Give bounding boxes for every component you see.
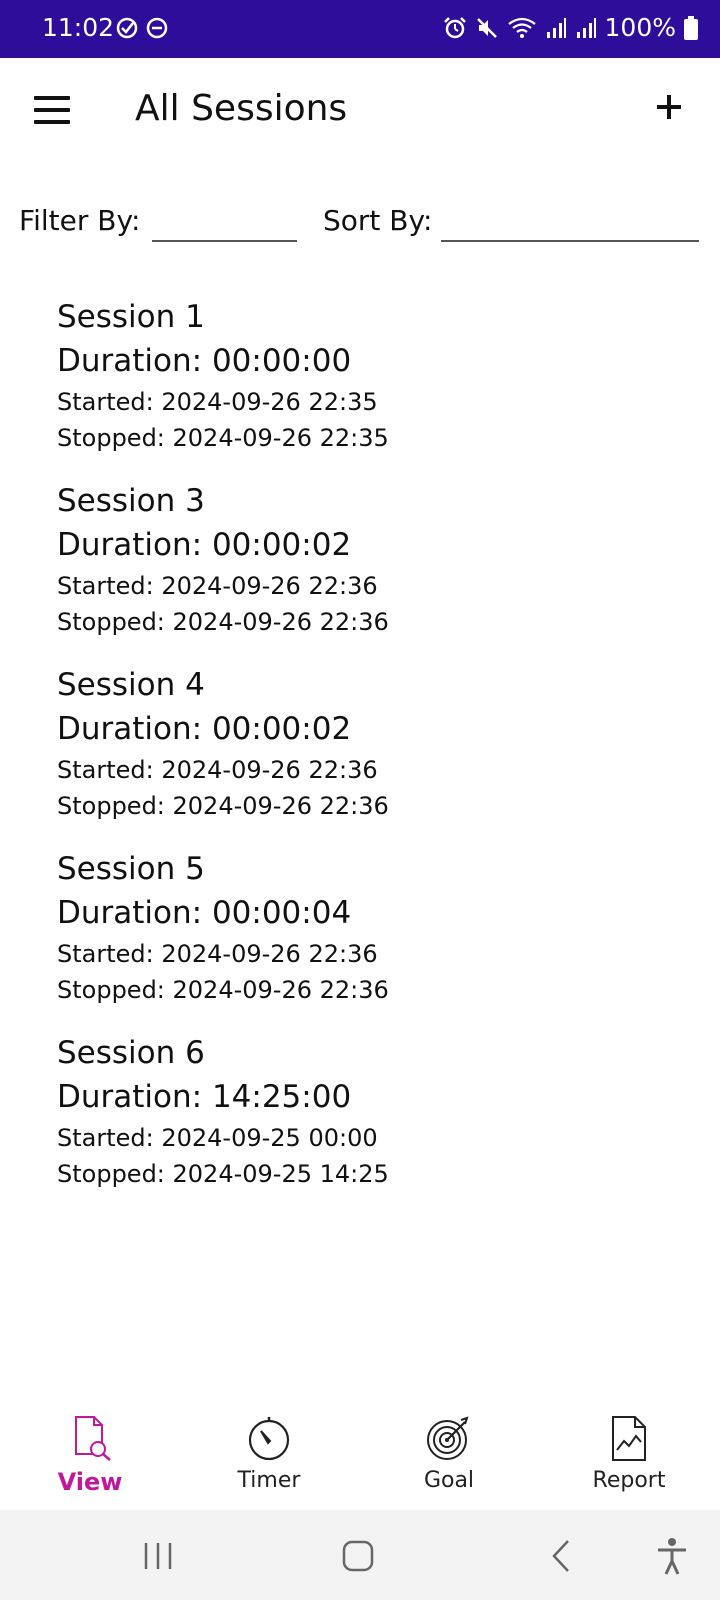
nav-item-goal[interactable]: Goal (389, 1414, 509, 1504)
list-item[interactable]: Session 4 Duration: 00:00:02 Started: 20… (57, 664, 677, 848)
nav-label: Timer (237, 1468, 301, 1493)
session-name: Session 3 (57, 483, 205, 519)
document-search-icon (75, 1416, 111, 1461)
page-title: All Sessions (135, 88, 348, 129)
accessibility-icon[interactable] (650, 1534, 694, 1578)
list-item[interactable]: Session 1 Duration: 00:00:00 Started: 20… (57, 296, 677, 480)
list-item[interactable]: Session 3 Duration: 00:00:02 Started: 20… (57, 480, 677, 664)
status-bar: 11:02 100% (0, 0, 720, 58)
filter-sort-bar: Filter By: Sort By: (0, 200, 720, 250)
session-started: Started: 2024-09-26 22:36 (57, 572, 378, 600)
report-chart-icon (612, 1416, 646, 1461)
session-name: Session 6 (57, 1035, 205, 1071)
session-name: Session 4 (57, 667, 205, 703)
signal-icon (576, 17, 596, 38)
check-badge-icon (116, 17, 138, 39)
battery-icon (684, 15, 698, 40)
nav-label: Report (592, 1468, 666, 1493)
system-nav-bar (0, 1510, 720, 1600)
hamburger-icon (34, 96, 70, 100)
session-started: Started: 2024-09-26 22:36 (57, 940, 378, 968)
wifi-icon (507, 17, 536, 38)
session-duration: Duration: 00:00:04 (57, 895, 352, 931)
nav-item-view[interactable]: View (30, 1414, 150, 1504)
mute-icon (476, 17, 497, 38)
nav-item-report[interactable]: Report (569, 1414, 689, 1504)
list-item[interactable]: Session 5 Duration: 00:00:04 Started: 20… (57, 848, 677, 1032)
nav-label: View (57, 1468, 123, 1496)
session-stopped: Stopped: 2024-09-26 22:36 (57, 976, 389, 1004)
session-list: Session 1 Duration: 00:00:00 Started: 20… (57, 296, 677, 1216)
filter-input[interactable] (152, 202, 297, 242)
session-duration: Duration: 00:00:02 (57, 527, 352, 563)
add-session-button[interactable] (654, 92, 684, 122)
sort-input[interactable] (441, 202, 699, 242)
alarm-icon (443, 16, 466, 38)
sort-label: Sort By: (323, 204, 433, 237)
stopwatch-icon (248, 1417, 290, 1461)
session-stopped: Stopped: 2024-09-26 22:35 (57, 424, 389, 452)
session-started: Started: 2024-09-26 22:36 (57, 756, 378, 784)
back-icon[interactable] (540, 1534, 584, 1578)
session-duration: Duration: 00:00:02 (57, 711, 352, 747)
session-duration: Duration: 00:00:00 (57, 343, 352, 379)
session-started: Started: 2024-09-26 22:35 (57, 388, 378, 416)
session-name: Session 5 (57, 851, 205, 887)
list-item[interactable]: Session 6 Duration: 14:25:00 Started: 20… (57, 1032, 677, 1216)
session-stopped: Stopped: 2024-09-26 22:36 (57, 608, 389, 636)
nav-item-timer[interactable]: Timer (209, 1414, 329, 1504)
menu-button[interactable] (34, 96, 70, 126)
status-time: 11:02 (42, 13, 115, 42)
target-icon (427, 1416, 469, 1460)
nav-label: Goal (423, 1468, 475, 1493)
signal-icon (546, 17, 566, 38)
session-name: Session 1 (57, 299, 205, 335)
recent-apps-icon[interactable] (136, 1534, 180, 1578)
app-bar: All Sessions (0, 58, 720, 168)
filter-label: Filter By: (19, 204, 141, 237)
home-icon[interactable] (336, 1534, 380, 1578)
bottom-nav: View Timer Goal Report (0, 1400, 720, 1510)
session-duration: Duration: 14:25:00 (57, 1079, 352, 1115)
session-started: Started: 2024-09-25 00:00 (57, 1124, 378, 1152)
do-not-disturb-icon (146, 17, 168, 39)
battery-percentage: 100% (604, 13, 676, 42)
session-stopped: Stopped: 2024-09-26 22:36 (57, 792, 389, 820)
session-stopped: Stopped: 2024-09-25 14:25 (57, 1160, 389, 1188)
